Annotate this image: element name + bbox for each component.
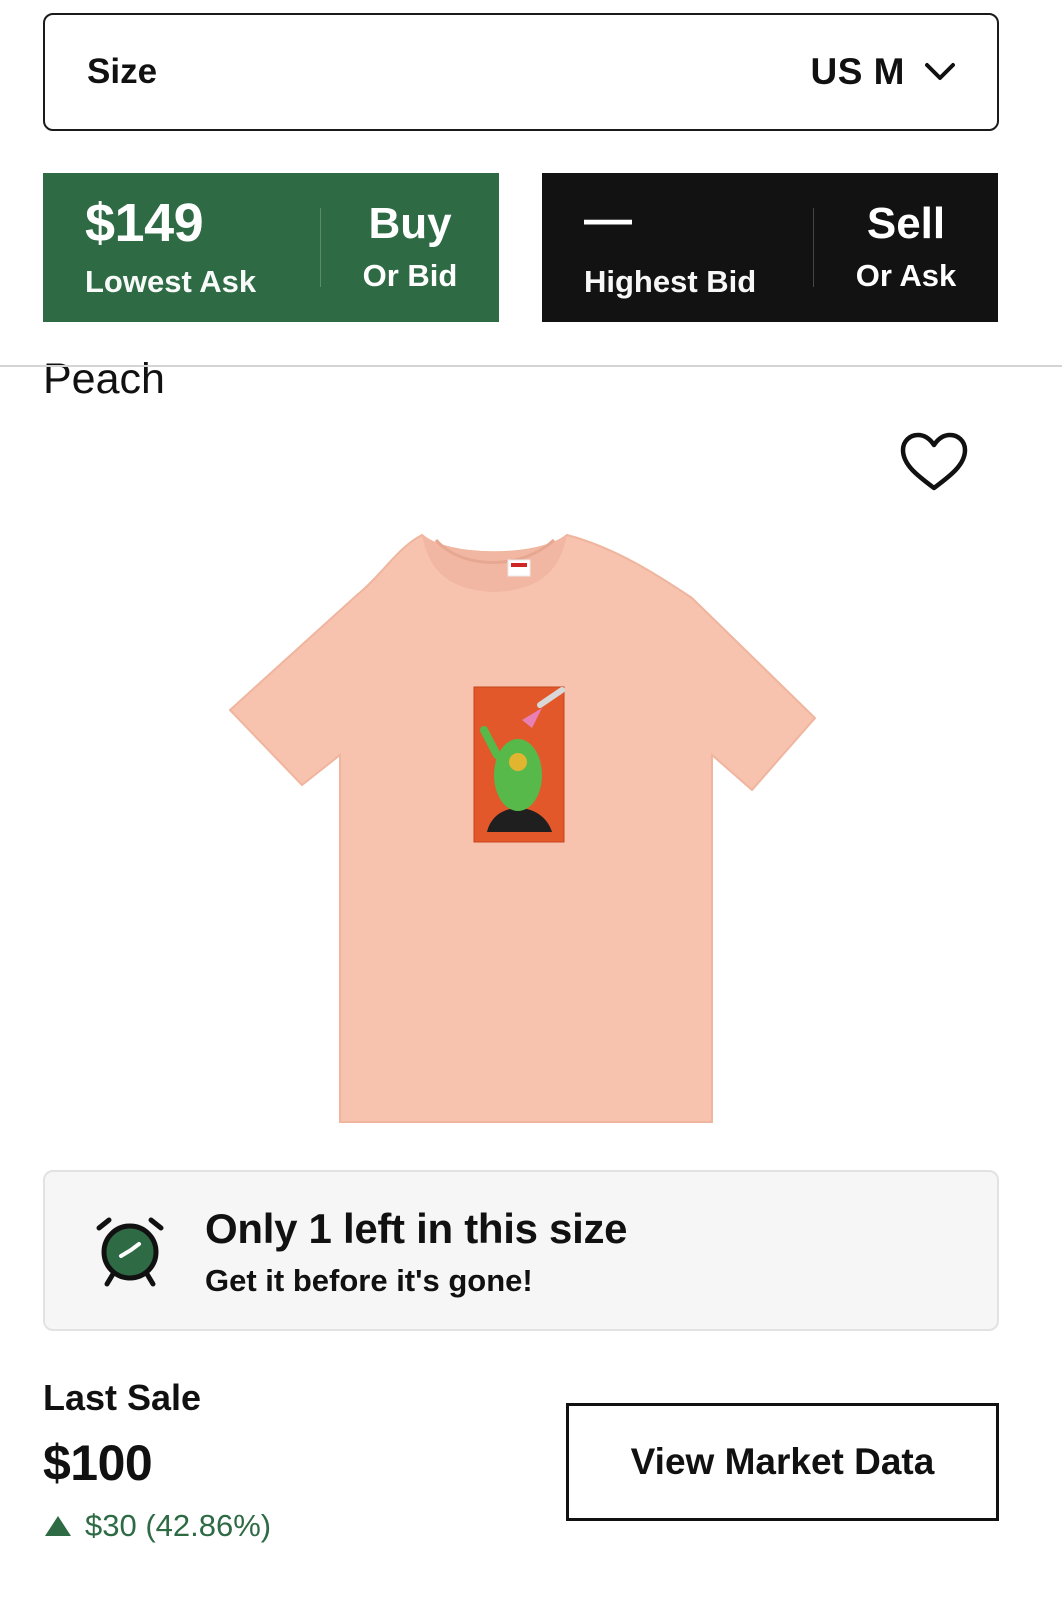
highest-bid-price: — [584,192,632,246]
highest-bid-label: Highest Bid [584,263,757,299]
buy-or-bid-button[interactable]: $149 Lowest Ask Buy Or Bid [43,173,499,322]
low-stock-notice: Only 1 left in this size Get it before i… [43,1170,999,1331]
size-value: US M [810,51,905,92]
last-sale-price: $100 [43,1435,153,1491]
lowest-ask-label: Lowest Ask [85,263,257,299]
triangle-up-icon [45,1516,71,1536]
buy-action: Buy Or Bid [321,173,499,322]
highest-bid-block: — Highest Bid [542,173,813,322]
alarm-clock-icon [96,1217,164,1287]
size-selector[interactable]: Size US M [43,13,999,131]
low-stock-subtitle: Get it before it's gone! [205,1263,533,1298]
view-market-data-button[interactable]: View Market Data [566,1403,999,1521]
graphic-figure-face [509,753,527,771]
low-stock-title: Only 1 left in this size [205,1205,628,1252]
last-sale-label: Last Sale [43,1377,202,1418]
or-bid-label: Or Bid [362,257,458,293]
sticky-header-divider [0,365,1062,367]
or-ask-label: Or Ask [855,257,957,293]
lowest-ask-block: $149 Lowest Ask [43,173,320,322]
sell-action: Sell Or Ask [814,173,998,322]
sell-label: Sell [866,198,946,248]
product-color-name: Peach [43,355,165,403]
buy-label: Buy [368,198,452,248]
size-label: Size [87,52,158,91]
heart-outline-icon[interactable] [898,430,970,494]
brand-tag [507,559,531,577]
graphic-figure [494,739,542,811]
sell-or-ask-button[interactable]: — Highest Bid Sell Or Ask [542,173,998,322]
chevron-down-icon [925,63,955,80]
price-change: $30 (42.86%) [43,1508,271,1544]
product-image [228,533,817,1123]
price-change-value: $30 (42.86%) [85,1508,272,1543]
brand-tag-mark [511,563,527,567]
lowest-ask-price: $149 [85,192,204,253]
size-value-group: US M [811,51,958,93]
